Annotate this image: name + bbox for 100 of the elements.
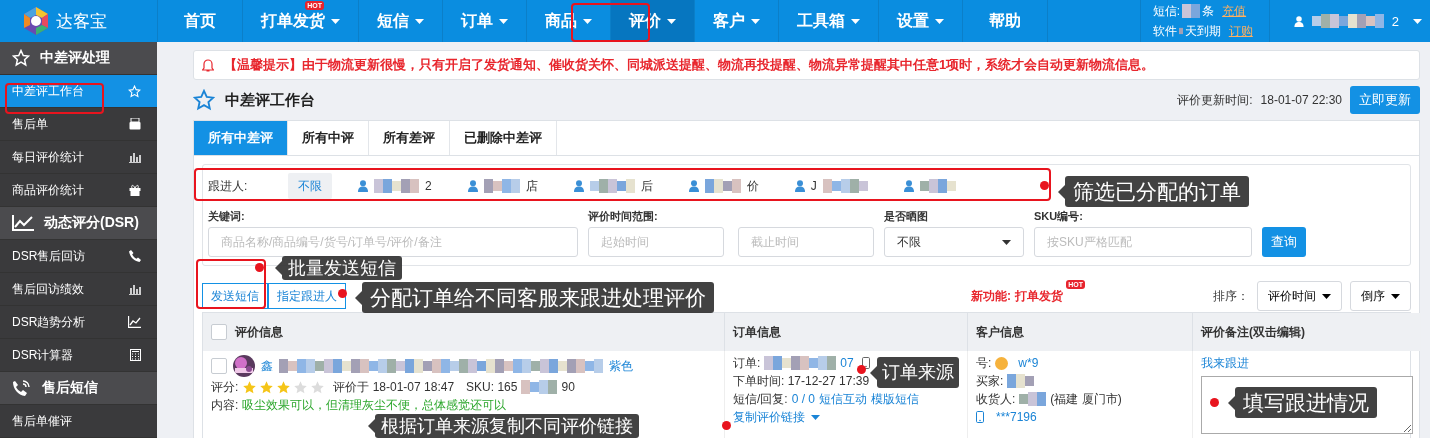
sms-interact-link[interactable]: 短信互动 [819, 390, 868, 408]
checkbox[interactable] [211, 324, 227, 340]
bell-icon [202, 58, 214, 72]
sidebar-item[interactable]: DSR趋势分析 [0, 306, 157, 339]
star-icon [242, 379, 258, 395]
callout-arrow-icon [1228, 395, 1235, 410]
blurred-text [589, 179, 635, 193]
template-sms-link[interactable]: 模版短信 [871, 390, 920, 408]
text-field[interactable]: 按SKU严格匹配 [1034, 227, 1252, 257]
nav-menu-item[interactable]: 订单 [443, 0, 526, 42]
person-icon [358, 180, 368, 192]
calculator-icon [130, 349, 141, 361]
blurred-text [919, 179, 956, 193]
caret-icon [331, 18, 340, 24]
nav-menu-item[interactable]: 首页 [158, 0, 242, 42]
marker-dot [722, 421, 731, 430]
new-feature-label: 新功能: [971, 287, 1011, 305]
sidebar-item[interactable]: 售后回访绩效 [0, 273, 157, 306]
person-icon [573, 180, 584, 192]
date-field[interactable]: 起始时间 [588, 227, 724, 257]
receiver-label: 收货人: [976, 390, 1016, 408]
date-field[interactable]: 截止时间 [738, 227, 874, 257]
phone-number[interactable]: ***7196 [996, 410, 1037, 424]
receiver-region: (福建 厦门市) [1050, 390, 1122, 408]
software-label: 软件 [1152, 22, 1177, 40]
checkbox[interactable] [211, 358, 227, 374]
highlight-frame [196, 259, 266, 309]
caret-icon [751, 18, 760, 24]
follower-option[interactable]: 价 [678, 173, 769, 199]
buyer-id[interactable]: w*9 [1018, 356, 1039, 370]
tab[interactable]: 所有中差评 [194, 121, 288, 155]
marker-dot [857, 365, 866, 374]
blurred-text [1007, 374, 1035, 388]
text-field[interactable]: 商品名称/商品编号/货号/订单号/评价/备注 [208, 227, 578, 257]
field-label: 是否晒图 [884, 209, 928, 223]
user-name[interactable]: 2 [1391, 13, 1399, 29]
caret-icon [499, 18, 508, 24]
product-link[interactable]: 鑫 [261, 357, 273, 375]
follower-option[interactable]: 后 [563, 173, 663, 199]
blurred-text [822, 179, 868, 193]
product-link[interactable]: 紫色 [609, 357, 633, 375]
buyer-id-label: 号: [976, 354, 992, 372]
action-button[interactable]: 发送短信 [202, 283, 268, 309]
sort-order-dropdown[interactable]: 倒序 [1350, 281, 1411, 311]
rated-time: 评价于 18-01-07 18:47 [333, 378, 455, 396]
nav-menu-item[interactable]: 短信 [359, 0, 442, 42]
content-label: 内容: [211, 396, 239, 414]
caret-icon [1413, 18, 1422, 24]
new-feature-link[interactable]: 打单发货 [1015, 287, 1063, 305]
sms-count[interactable]: 0 / 0 [791, 392, 816, 406]
review-content: 吸尘效果可以，但清理灰尘不便，总体感觉还可以 [242, 396, 507, 414]
search-button[interactable]: 查询 [1262, 227, 1306, 257]
sidebar-item[interactable]: DSR售后回访 [0, 240, 157, 273]
star-icon [310, 379, 326, 395]
nav-menu-item[interactable]: 设置 [879, 0, 962, 42]
sort-field-dropdown[interactable]: 评价时间 [1257, 281, 1342, 311]
notice-text: 【温馨提示】由于物流更新很慢，只有开启了发货通知、催收货关怀、同城派送提醒、物流再投提醒、物流异常提醒其中任意1项时，系统才会自动更新物流信息。 [224, 56, 1155, 74]
copy-review-link[interactable]: 复制评价链接 [733, 408, 820, 426]
nav-menu-item[interactable]: 工具箱 [779, 0, 878, 42]
sidebar-section-title: 售后短信 [42, 379, 98, 397]
person-icon [688, 180, 699, 192]
follower-option[interactable]: J [784, 173, 878, 199]
star-icon [12, 49, 30, 67]
sku-suffix: 90 [561, 380, 575, 394]
sidebar-item[interactable]: 中差评工作台 [0, 75, 157, 108]
nav-menu-item[interactable]: 帮助 [963, 0, 1047, 42]
annotation-callout: 填写跟进情况 [1235, 387, 1377, 418]
select-field[interactable]: 不限 [884, 227, 1024, 257]
blurred-text [1182, 4, 1201, 18]
buyer-label: 买家: [976, 372, 1004, 390]
follower-option[interactable]: 店 [457, 173, 548, 199]
caret-icon [851, 18, 860, 24]
action-button[interactable]: 指定跟进人 [268, 283, 346, 309]
sidebar-item[interactable]: 售后单催评 [0, 405, 157, 438]
nav-menu-item[interactable]: 客户 [695, 0, 778, 42]
sidebar-item[interactable]: 每日评价统计 [0, 141, 157, 174]
caret-icon [667, 18, 676, 24]
callout-arrow-icon [870, 365, 877, 380]
follower-label: 跟进人: [208, 177, 249, 195]
sms-label: 短信: [1152, 2, 1181, 20]
update-now-button[interactable]: 立即更新 [1350, 86, 1420, 114]
column-header: 评价备注(双击编辑) [1201, 323, 1305, 341]
follower-option[interactable]: 2 [348, 173, 442, 199]
sidebar-item[interactable]: 售后单 [0, 108, 157, 141]
order-number[interactable]: 07 [840, 356, 854, 370]
phone-icon [129, 250, 141, 262]
person-icon [903, 180, 914, 192]
caret-icon [935, 18, 944, 24]
blurred-text [521, 380, 558, 394]
filter-option[interactable]: 不限 [288, 173, 332, 199]
person-icon [467, 180, 478, 192]
follow-up-link[interactable]: 我来跟进 [1201, 355, 1249, 372]
expiry-label: 天到期 [1184, 22, 1221, 40]
logo-text: 达客宝 [56, 10, 107, 33]
nav-menu-item[interactable]: 打单发货 [243, 12, 358, 42]
column-header: 评价信息 [235, 323, 283, 341]
page-title: 中差评工作台 [225, 90, 315, 110]
blurred-text [1019, 392, 1047, 406]
line-chart-icon [128, 316, 141, 328]
caret-icon [1002, 239, 1011, 245]
